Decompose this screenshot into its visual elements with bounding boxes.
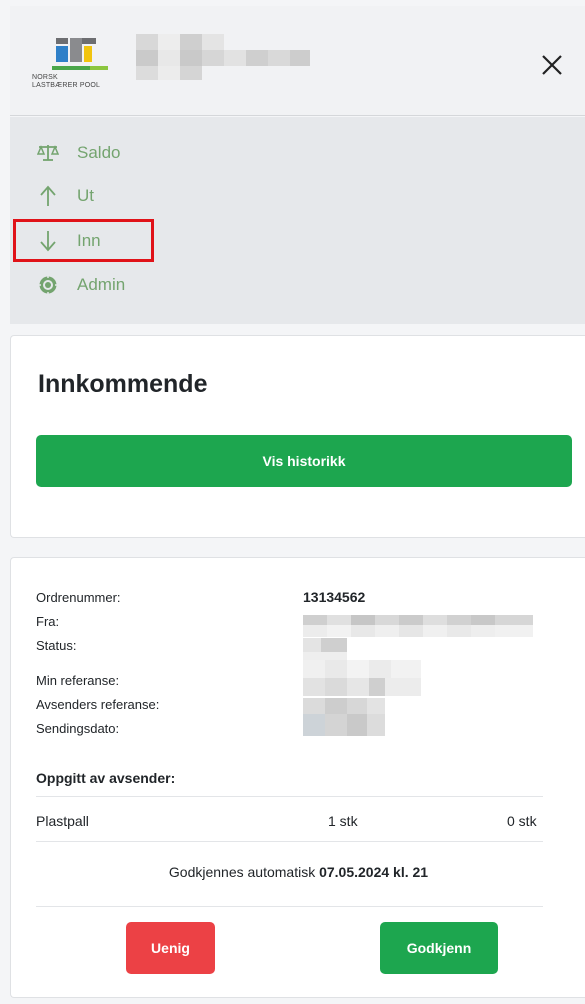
close-icon [542,55,562,75]
company-logo: NORSK LASTBÆRER POOL [32,36,122,96]
logo-mark-icon [52,38,108,70]
nav-item-ut[interactable]: Ut [10,176,585,216]
close-button[interactable] [535,48,569,82]
divider [36,796,543,797]
from-label: Fra: [36,614,60,629]
order-number-value: 13134562 [303,589,366,605]
sender-reference-label: Avsenders referanse: [36,697,160,712]
send-date-label: Sendingsdato: [36,721,120,736]
status-label: Status: [36,638,77,653]
order-number-label: Ordrenummer: [36,590,121,605]
my-reference-label: Min referanse: [36,673,120,688]
page-title: Innkommende [38,370,208,398]
sender-section-title: Oppgitt av avsender: [36,770,176,786]
divider [36,906,543,907]
auto-approve-date: 07.05.2024 kl. 21 [319,864,429,880]
show-history-button[interactable]: Vis historikk [36,435,572,487]
incoming-card: Innkommende Vis historikk [10,335,585,538]
logo-text: NORSK LASTBÆRER POOL [32,74,101,89]
disagree-button[interactable]: Uenig [126,922,215,974]
approve-button[interactable]: Godkjenn [380,922,498,974]
annotation-highlight-box [13,219,154,262]
gear-icon [36,273,60,297]
nav-item-saldo[interactable]: Saldo [10,133,585,173]
auto-approve-notice: Godkjennes automatisk 07.05.2024 kl. 21 [11,864,585,880]
item-received-quantity: 0 stk [507,813,537,829]
nav-label-saldo: Saldo [77,143,121,162]
nav-label-admin: Admin [77,275,126,294]
arrow-up-icon [36,184,60,208]
app-header: NORSK LASTBÆRER POOL [10,6,585,116]
order-card: Ordrenummer: 13134562 Fra: Status: Min r… [10,557,585,998]
nav-item-admin[interactable]: Admin [10,265,585,305]
scale-icon [36,141,60,165]
divider [36,841,543,842]
auto-approve-prefix: Godkjennes automatisk [168,864,320,880]
nav-label-ut: Ut [77,186,94,205]
item-sent-quantity: 1 stk [328,813,358,829]
item-name: Plastpall [36,813,89,829]
